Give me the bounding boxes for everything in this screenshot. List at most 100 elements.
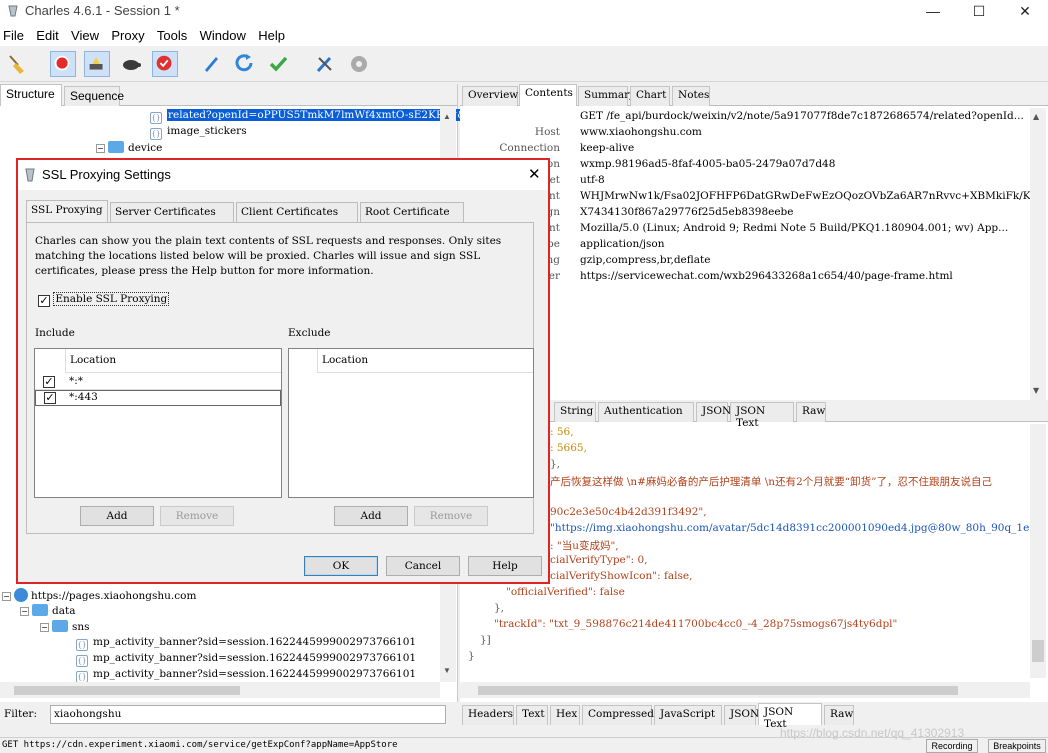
table-row[interactable]: ✓ *:443 (35, 390, 281, 406)
tab-raw[interactable]: Raw (796, 402, 826, 422)
json-line: : 5665, (550, 442, 587, 454)
minimize-button[interactable]: — (910, 0, 956, 24)
title-bar: Charles 4.6.1 - Session 1 * — ☐ ✕ (0, 0, 1048, 24)
dialog-title-bar: SSL Proxying Settings ✕ (18, 160, 548, 190)
tab-client-certificates[interactable]: Client Certificates (236, 202, 358, 222)
breakpoints-button[interactable]: Breakpoints (988, 739, 1046, 753)
scroll-thumb[interactable] (14, 686, 240, 695)
tab-json-text[interactable]: JSON Text (730, 402, 794, 429)
json-line: 产后恢复这样做 \n#麻妈必备的产后护理清单 \n还有2个月就要“卸货”了，忍不… (550, 476, 992, 488)
tab-chart[interactable]: Chart (630, 86, 670, 106)
pen-icon[interactable] (198, 51, 224, 77)
body-hscrollbar[interactable] (460, 682, 1030, 698)
turtle-icon[interactable] (118, 51, 144, 77)
tree-item[interactable]: − sns (40, 620, 90, 636)
tree-item[interactable]: − https://pages.xiaohongshu.com (2, 588, 196, 604)
tab-root-certificate[interactable]: Root Certificate (360, 202, 464, 222)
window-title: Charles 4.6.1 - Session 1 * (25, 3, 180, 18)
file-node-icon: {} (76, 639, 88, 651)
tab-server-certificates[interactable]: Server Certificates (110, 202, 234, 222)
record-icon[interactable] (50, 51, 76, 77)
collapse-icon[interactable]: − (20, 607, 29, 616)
file-node-icon: {} (150, 112, 162, 124)
refresh-icon[interactable] (232, 51, 258, 77)
enable-ssl-proxying[interactable]: ✓ Enable SSL Proxying (38, 292, 170, 307)
tab-ssl-proxying[interactable]: SSL Proxying (26, 200, 108, 223)
charles-app-icon (25, 168, 35, 182)
tab-json[interactable]: JSON (696, 402, 731, 422)
tab-structure[interactable]: Structure (0, 84, 62, 106)
row-checkbox[interactable]: ✓ (44, 392, 56, 404)
menu-help[interactable]: Help (255, 24, 291, 43)
broom-icon[interactable] (4, 51, 30, 77)
menu-window[interactable]: Window (197, 24, 252, 43)
tab-notes[interactable]: Notes (672, 86, 710, 106)
scroll-up-icon[interactable]: ▲ (1033, 112, 1039, 121)
cancel-button[interactable]: Cancel (386, 556, 460, 576)
tools-icon[interactable] (312, 51, 338, 77)
horizontal-scrollbar[interactable] (0, 682, 440, 698)
scroll-down-icon[interactable]: ▼ (1033, 386, 1039, 395)
help-button[interactable]: Help (468, 556, 542, 576)
tab-json-text-bottom[interactable]: JSON Text (758, 703, 822, 730)
scroll-down-icon[interactable]: ▼ (443, 666, 451, 675)
menu-tools[interactable]: Tools (154, 24, 193, 43)
include-label: Include (35, 327, 75, 339)
throttle-icon[interactable] (84, 51, 110, 77)
enable-checkbox[interactable]: ✓ (38, 295, 50, 307)
scroll-thumb[interactable] (478, 686, 958, 695)
tree-item[interactable]: {} mp_activity_banner?sid=session.1622445… (76, 652, 416, 668)
menu-file[interactable]: File (0, 24, 30, 43)
body-scrollbar[interactable] (1030, 424, 1046, 678)
json-line: } (468, 650, 475, 662)
menu-proxy[interactable]: Proxy (108, 24, 150, 43)
json-line: : 56, (550, 426, 574, 438)
menu-view[interactable]: View (68, 24, 105, 43)
row-checkbox[interactable]: ✓ (43, 376, 55, 388)
tab-javascript[interactable]: JavaScript (654, 705, 722, 725)
tree-item[interactable]: − device (96, 141, 162, 157)
tree-item[interactable]: {} mp_activity_banner?sid=session.1622445… (76, 636, 416, 652)
ok-button[interactable]: OK (304, 556, 378, 576)
tree-item[interactable]: {} image_stickers (150, 125, 247, 141)
tab-hex[interactable]: Hex (550, 705, 580, 725)
scroll-thumb[interactable] (1032, 640, 1044, 662)
tab-raw-bottom[interactable]: Raw (824, 705, 854, 725)
scroll-up-icon[interactable]: ▲ (443, 112, 451, 121)
exclude-remove-button[interactable]: Remove (414, 506, 488, 526)
tab-authentication[interactable]: Authentication (598, 402, 694, 422)
maximize-button[interactable]: ☐ (956, 0, 1002, 24)
include-remove-button[interactable]: Remove (160, 506, 234, 526)
left-tabstrip: Structure Sequence (0, 84, 457, 106)
collapse-icon[interactable]: − (96, 144, 105, 153)
tab-json-bottom[interactable]: JSON (724, 705, 759, 725)
tree-item[interactable]: − data (20, 604, 75, 620)
recording-button[interactable]: Recording (926, 739, 978, 753)
checkmark-icon[interactable] (266, 51, 292, 77)
settings-gear-icon[interactable] (346, 51, 372, 77)
include-add-button[interactable]: Add (80, 506, 154, 526)
headers-scrollbar[interactable]: ▲ ▼ (1030, 108, 1046, 400)
menu-edit[interactable]: Edit (33, 24, 64, 43)
filter-input[interactable]: xiaohongshu (50, 705, 446, 724)
tab-overview[interactable]: Overview (462, 86, 518, 106)
exclude-add-button[interactable]: Add (334, 506, 408, 526)
response-tabstrip: Headers Text Hex Compressed JavaScript J… (460, 703, 1048, 730)
tab-summary[interactable]: Summary (578, 86, 635, 106)
folder-icon (52, 620, 68, 632)
collapse-icon[interactable]: − (2, 592, 11, 601)
globe-icon (14, 588, 28, 602)
table-row[interactable]: ✓ *:* (35, 374, 281, 390)
dialog-close-icon[interactable]: ✕ (528, 165, 541, 183)
tab-contents[interactable]: Contents (519, 84, 577, 106)
breakpoints-icon[interactable] (152, 51, 178, 77)
tree-item[interactable]: {} related?openId=oPPUS5TmkM7lmWf4xmtO-sE… (150, 109, 468, 125)
json-line: 90c2e3e50c4b42d391f3492", (550, 506, 707, 518)
close-button[interactable]: ✕ (1002, 0, 1048, 24)
tab-compressed[interactable]: Compressed (582, 705, 654, 725)
tab-string[interactable]: String (554, 402, 596, 422)
tab-sequence[interactable]: Sequence (64, 86, 124, 106)
tab-text[interactable]: Text (516, 705, 548, 725)
tab-headers[interactable]: Headers (462, 705, 514, 725)
collapse-icon[interactable]: − (40, 623, 49, 632)
